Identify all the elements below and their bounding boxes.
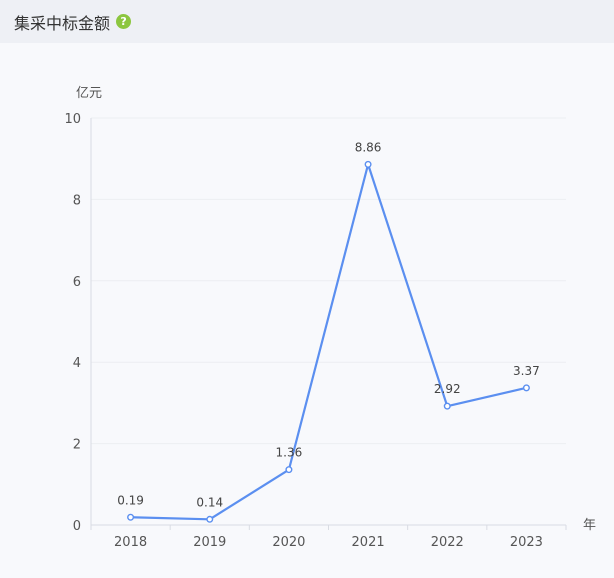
data-label: 3.37 <box>513 364 540 378</box>
data-point <box>364 160 372 168</box>
data-point <box>443 402 451 410</box>
x-tick-label: 2023 <box>510 535 543 550</box>
x-tick-label: 2021 <box>352 535 385 550</box>
data-point <box>206 515 214 523</box>
chart-header: 集采中标金额 ? <box>0 0 614 43</box>
x-tick-label: 2022 <box>431 535 464 550</box>
y-tick-label: 8 <box>73 193 81 208</box>
series-line <box>130 163 527 521</box>
x-axis-unit: 年 <box>583 518 596 533</box>
data-point <box>285 466 293 474</box>
data-label: 2.92 <box>434 382 461 396</box>
data-label: 8.86 <box>355 140 382 154</box>
data-point <box>127 513 135 521</box>
chart-title: 集采中标金额 <box>14 13 111 33</box>
x-tick-label: 2020 <box>272 535 305 550</box>
data-label: 1.36 <box>276 446 303 460</box>
y-tick-label: 0 <box>73 519 81 534</box>
x-tick-label: 2018 <box>114 535 147 550</box>
y-tick-label: 6 <box>73 275 81 290</box>
data-label: 0.14 <box>196 495 223 509</box>
y-tick-label: 2 <box>73 438 81 453</box>
question-icon[interactable]: ? <box>116 14 132 29</box>
y-tick-label: 4 <box>73 356 81 371</box>
data-label: 0.19 <box>117 493 144 507</box>
y-axis-unit: 亿元 <box>76 86 102 101</box>
data-point <box>522 384 530 392</box>
line-chart: 0 2 4 6 8 10 2018 2019 2020 2021 2022 2023 0.19 0.14… <box>64 86 596 550</box>
x-tick-label: 2019 <box>193 535 226 550</box>
y-tick-label: 10 <box>64 112 81 127</box>
